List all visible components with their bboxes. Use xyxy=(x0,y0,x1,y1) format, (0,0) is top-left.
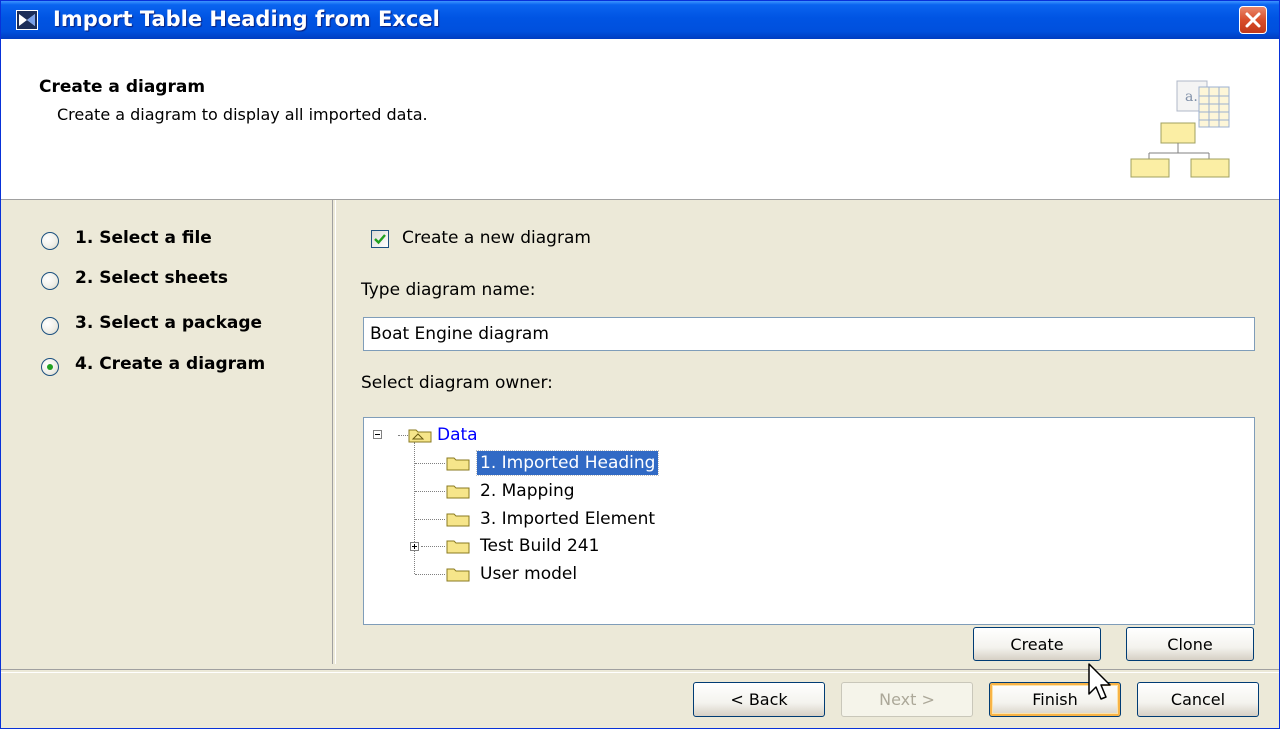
expand-test-build-icon[interactable] xyxy=(410,542,419,551)
pane-divider[interactable] xyxy=(332,200,336,664)
step-label: 2. Select sheets xyxy=(75,268,228,288)
create-new-diagram-label[interactable]: Create a new diagram xyxy=(402,228,591,248)
tree-item-mapping[interactable]: 2. Mapping xyxy=(477,479,578,503)
collapse-data-icon[interactable] xyxy=(373,430,382,439)
diagram-name-label: Type diagram name: xyxy=(361,280,536,300)
title-bar[interactable]: Import Table Heading from Excel xyxy=(1,1,1279,39)
create-button[interactable]: Create xyxy=(973,627,1101,661)
step-radio xyxy=(41,358,59,376)
app-icon xyxy=(16,10,38,30)
folder-icon xyxy=(446,485,470,499)
import-dialog: Import Table Heading from Excel Create a… xyxy=(0,0,1280,729)
cancel-button[interactable]: Cancel xyxy=(1137,682,1259,717)
tree-item-test-build[interactable]: Test Build 241 xyxy=(477,534,602,558)
step-radio xyxy=(41,317,59,335)
create-new-diagram-checkbox[interactable] xyxy=(371,230,389,248)
step-label: 4. Create a diagram xyxy=(75,354,266,374)
folder-icon xyxy=(446,540,470,554)
page-description: Create a diagram to display all imported… xyxy=(57,105,428,124)
folder-icon xyxy=(446,457,470,471)
mouse-cursor-icon xyxy=(1088,663,1111,700)
close-icon xyxy=(1245,12,1261,28)
tree-item-data[interactable]: Data xyxy=(434,423,481,447)
diagram-owner-label: Select diagram owner: xyxy=(361,373,553,393)
diagram-name-input[interactable] xyxy=(363,317,1255,351)
checkmark-icon xyxy=(374,234,386,245)
open-folder-icon xyxy=(408,429,432,443)
step-radio xyxy=(41,272,59,290)
page-title: Create a diagram xyxy=(39,77,206,97)
folder-icon xyxy=(446,513,470,527)
close-button[interactable] xyxy=(1239,6,1267,34)
step-label: 3. Select a package xyxy=(75,313,263,333)
wizard-steps: 1. Select a file 2. Select sheets 3. Sel… xyxy=(1,200,331,670)
wizard-header: Create a diagram Create a diagram to dis… xyxy=(1,39,1279,200)
step-label: 1. Select a file xyxy=(75,228,212,248)
next-button[interactable]: Next > xyxy=(841,682,973,717)
tree-item-user-model[interactable]: User model xyxy=(477,562,580,586)
folder-icon xyxy=(446,568,470,582)
tree-item-imported-heading[interactable]: 1. Imported Heading xyxy=(475,450,660,476)
diagram-table-icon: a. xyxy=(1130,80,1230,178)
clone-button[interactable]: Clone xyxy=(1126,627,1254,661)
svg-text:a.: a. xyxy=(1185,89,1198,105)
tree-item-imported-element[interactable]: 3. Imported Element xyxy=(477,507,658,531)
back-button[interactable]: < Back xyxy=(693,682,825,717)
owner-tree[interactable]: Data 1. Imported Heading 2. Mapping 3. I… xyxy=(363,417,1255,625)
window-title: Import Table Heading from Excel xyxy=(53,7,440,31)
step-radio xyxy=(41,232,59,250)
